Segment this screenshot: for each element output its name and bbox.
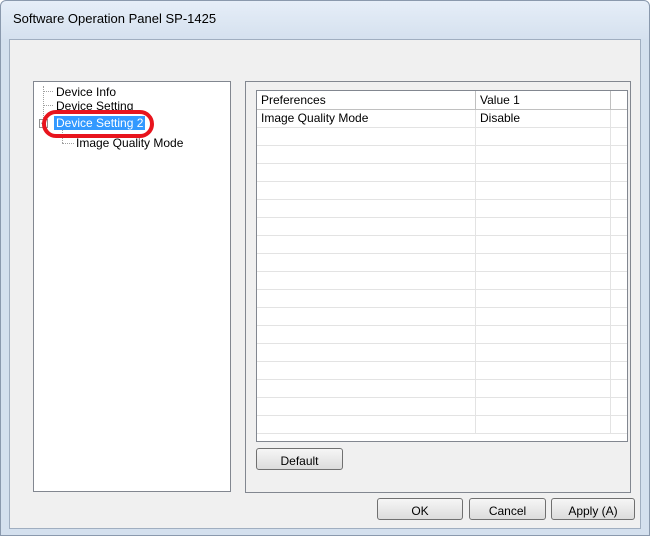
- cell-value: Disable: [476, 110, 611, 127]
- table-row[interactable]: [257, 128, 627, 146]
- table-row[interactable]: [257, 200, 627, 218]
- cell-preference: [257, 344, 476, 361]
- cell-preference: [257, 128, 476, 145]
- table-row[interactable]: [257, 416, 627, 434]
- window-title: Software Operation Panel SP-1425: [13, 11, 217, 26]
- cancel-button[interactable]: Cancel: [469, 498, 546, 520]
- cell-value: [476, 236, 611, 253]
- tree-item-device-info[interactable]: Device Info: [56, 85, 116, 99]
- preferences-panel: Preferences Value 1 Image Quality Mode Di…: [245, 81, 631, 493]
- cell-value: [476, 308, 611, 325]
- apply-button[interactable]: Apply (A): [551, 498, 635, 520]
- table-row[interactable]: Image Quality Mode Disable: [257, 110, 627, 128]
- cell-preference: [257, 182, 476, 199]
- table-row[interactable]: [257, 236, 627, 254]
- tree-connector: [43, 91, 53, 92]
- table-row[interactable]: [257, 308, 627, 326]
- cell-preference: [257, 326, 476, 343]
- cell-preference: [257, 146, 476, 163]
- table-row[interactable]: [257, 362, 627, 380]
- table-row[interactable]: [257, 146, 627, 164]
- ok-button[interactable]: OK: [377, 498, 463, 520]
- table-row[interactable]: [257, 326, 627, 344]
- table-row[interactable]: [257, 344, 627, 362]
- cell-value: [476, 182, 611, 199]
- cell-value: [476, 254, 611, 271]
- cell-preference: [257, 362, 476, 379]
- cell-value: [476, 164, 611, 181]
- dialog-window: Software Operation Panel SP-1425 Device …: [0, 0, 650, 536]
- highlight-ring-annotation: [42, 110, 154, 138]
- table-row[interactable]: [257, 290, 627, 308]
- cell-preference: Image Quality Mode: [257, 110, 476, 127]
- cell-preference: [257, 218, 476, 235]
- cell-value: [476, 218, 611, 235]
- column-header-preferences[interactable]: Preferences: [257, 91, 476, 109]
- cell-value: [476, 398, 611, 415]
- cell-value: [476, 146, 611, 163]
- cell-value: [476, 416, 611, 433]
- cell-value: [476, 344, 611, 361]
- cell-preference: [257, 254, 476, 271]
- settings-tree[interactable]: Device Info Device Setting − Device Sett…: [33, 81, 231, 492]
- cell-value: [476, 380, 611, 397]
- title-bar[interactable]: Software Operation Panel SP-1425: [1, 1, 649, 33]
- preferences-table[interactable]: Preferences Value 1 Image Quality Mode Di…: [256, 90, 628, 442]
- table-row[interactable]: [257, 164, 627, 182]
- cell-value: [476, 200, 611, 217]
- cell-preference: [257, 290, 476, 307]
- table-header: Preferences Value 1: [257, 91, 627, 110]
- table-row[interactable]: [257, 272, 627, 290]
- cell-preference: [257, 398, 476, 415]
- tree-item-image-quality-mode[interactable]: Image Quality Mode: [76, 136, 183, 150]
- table-row[interactable]: [257, 254, 627, 272]
- cell-value: [476, 290, 611, 307]
- cell-preference: [257, 200, 476, 217]
- cell-preference: [257, 164, 476, 181]
- tree-connector: [62, 143, 74, 144]
- cell-value: [476, 128, 611, 145]
- cell-preference: [257, 236, 476, 253]
- cell-value: [476, 362, 611, 379]
- table-row[interactable]: [257, 380, 627, 398]
- column-header-value-1[interactable]: Value 1: [476, 91, 611, 109]
- cell-preference: [257, 308, 476, 325]
- table-row[interactable]: [257, 218, 627, 236]
- cell-value: [476, 326, 611, 343]
- default-button[interactable]: Default: [256, 448, 343, 470]
- cell-preference: [257, 416, 476, 433]
- table-row[interactable]: [257, 182, 627, 200]
- cell-value: [476, 272, 611, 289]
- tree-connector: [43, 105, 53, 106]
- table-row[interactable]: [257, 398, 627, 416]
- cell-preference: [257, 380, 476, 397]
- cell-preference: [257, 272, 476, 289]
